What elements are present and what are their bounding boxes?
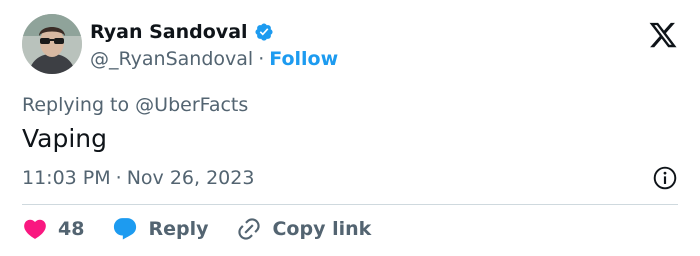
replying-to: Replying to @UberFacts: [22, 94, 248, 116]
info-icon[interactable]: [652, 165, 678, 191]
reply-button[interactable]: Reply: [112, 216, 208, 242]
follow-button[interactable]: Follow: [269, 48, 338, 70]
name-row: Ryan Sandoval: [90, 20, 338, 44]
reply-label: Reply: [148, 218, 209, 240]
avatar[interactable]: [22, 14, 82, 74]
x-logo-icon[interactable]: [648, 20, 678, 50]
avatar-image: [22, 14, 82, 74]
tweet-time: 11:03 PM: [22, 167, 111, 189]
divider: [22, 204, 678, 205]
tweet-date: Nov 26, 2023: [126, 167, 255, 189]
speech-bubble-icon: [114, 218, 137, 240]
separator-dot: ·: [258, 48, 265, 70]
action-bar: 48 Reply Copy link: [22, 214, 399, 244]
copy-link-button[interactable]: Copy link: [236, 216, 371, 242]
copy-link-label: Copy link: [272, 218, 372, 240]
handle-row: @_RyanSandoval · Follow: [90, 46, 338, 72]
link-icon: [238, 218, 261, 240]
replying-prefix: Replying to: [22, 94, 130, 116]
separator-dot: ·: [115, 167, 122, 189]
like-button[interactable]: 48: [22, 216, 84, 242]
user-names: Ryan Sandoval @_RyanSandoval · Follow: [90, 20, 338, 72]
verified-badge-icon: [254, 22, 274, 42]
like-count: 48: [58, 218, 85, 240]
display-name[interactable]: Ryan Sandoval: [90, 21, 248, 43]
tweet-text: Vaping: [22, 124, 108, 153]
replying-to-mention[interactable]: @UberFacts: [135, 94, 248, 116]
heart-icon: [24, 219, 46, 239]
tweet-card: Ryan Sandoval @_RyanSandoval · Follow Re…: [0, 0, 700, 256]
tweet-header: Ryan Sandoval @_RyanSandoval · Follow: [22, 14, 678, 78]
user-handle[interactable]: @_RyanSandoval: [90, 48, 253, 70]
tweet-timestamp[interactable]: 11:03 PM · Nov 26, 2023: [22, 166, 254, 190]
